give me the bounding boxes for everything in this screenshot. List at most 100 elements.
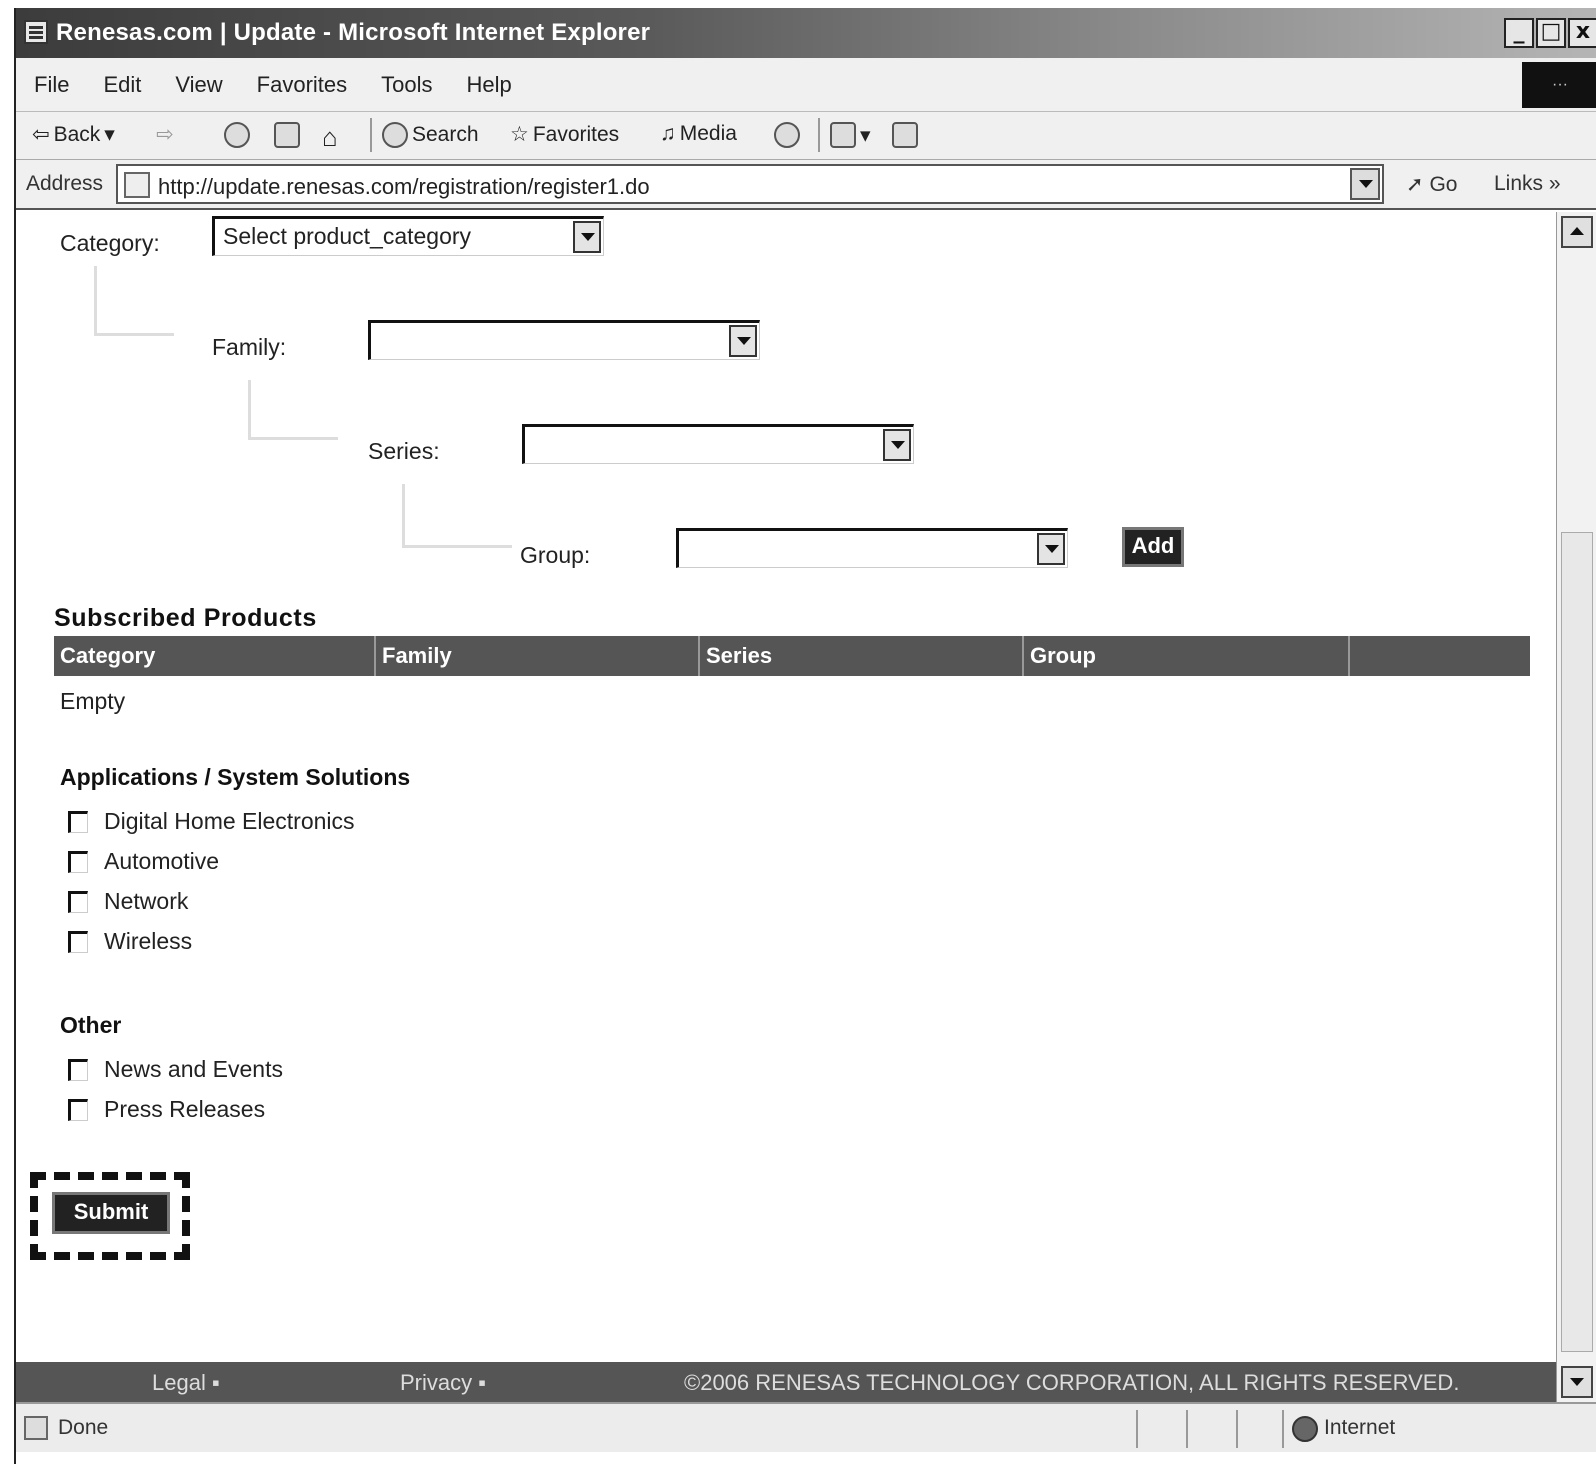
series-select[interactable] (522, 424, 914, 464)
series-label: Series: (368, 438, 440, 464)
mail-icon (830, 122, 856, 148)
tree-connector (402, 484, 512, 548)
stop-button[interactable] (224, 122, 250, 148)
checkbox-label: Digital Home Electronics (104, 808, 355, 834)
checkbox[interactable] (68, 810, 88, 833)
address-bar: Address http://update.renesas.com/regist… (16, 160, 1596, 210)
mail-button[interactable]: ▾ (830, 122, 871, 148)
address-url[interactable]: http://update.renesas.com/registration/r… (158, 174, 650, 200)
go-arrow-icon: ➚ (1406, 173, 1424, 196)
address-input[interactable]: http://update.renesas.com/registration/r… (116, 164, 1384, 204)
search-icon (382, 122, 408, 148)
search-button[interactable]: Search (382, 122, 479, 148)
refresh-icon (274, 122, 300, 148)
window-title: Renesas.com | Update - Microsoft Interne… (56, 19, 651, 46)
checkbox[interactable] (68, 850, 88, 873)
minimize-button[interactable]: _ (1504, 18, 1534, 48)
vertical-scrollbar[interactable] (1556, 212, 1596, 1402)
category-select[interactable]: Select product_category (212, 216, 604, 256)
favorites-star-icon: ☆ (510, 123, 529, 146)
add-button[interactable]: Add (1122, 527, 1184, 567)
chevron-down-icon[interactable] (729, 325, 757, 357)
home-icon: ⌂ (322, 122, 338, 152)
menu-tools[interactable]: Tools (381, 72, 432, 98)
back-button[interactable]: ⇦ Back ▾ (32, 122, 115, 147)
checkbox-digital-home-electronics[interactable]: Digital Home Electronics (68, 808, 355, 835)
refresh-button[interactable] (274, 122, 300, 148)
menu-favorites[interactable]: Favorites (257, 72, 347, 98)
checkbox[interactable] (68, 890, 88, 913)
checkbox-label: Network (104, 888, 189, 914)
print-button[interactable] (892, 122, 918, 148)
internet-globe-icon (1292, 1416, 1318, 1442)
column-header-series: Series (700, 636, 1024, 676)
tree-connector (248, 380, 338, 440)
legal-link[interactable]: Legal ▪ (152, 1370, 220, 1396)
checkbox[interactable] (68, 1098, 88, 1121)
checkbox-press-releases[interactable]: Press Releases (68, 1096, 265, 1123)
checkbox[interactable] (68, 1058, 88, 1081)
toolbar-separator (818, 118, 820, 152)
standard-toolbar: ⇦ Back ▾ ⇨ ⌂ Search ☆ Favorites ♫ Media … (16, 112, 1596, 160)
chevron-down-icon[interactable] (1037, 533, 1065, 565)
printer-icon (892, 122, 918, 148)
other-title: Other (60, 1012, 122, 1038)
history-button[interactable] (774, 122, 800, 148)
checkbox-network[interactable]: Network (68, 888, 188, 915)
search-label: Search (412, 123, 479, 146)
submit-button[interactable]: Submit (52, 1192, 170, 1234)
chevron-down-icon: ▾ (104, 123, 115, 146)
menu-help[interactable]: Help (467, 72, 512, 98)
subscribed-products-title: Subscribed Products (54, 604, 317, 632)
family-label: Family: (212, 334, 287, 360)
favorites-label: Favorites (532, 122, 620, 146)
menu-file[interactable]: File (34, 72, 69, 98)
checkbox-label: News and Events (104, 1056, 283, 1082)
media-label: Media (679, 122, 737, 145)
go-label: Go (1429, 173, 1458, 196)
subscribed-products-header: Category Family Series Group (54, 636, 1530, 676)
back-label: Back (53, 122, 101, 146)
browser-window: Renesas.com | Update - Microsoft Interne… (14, 8, 1596, 1464)
go-button[interactable]: ➚ Go (1406, 172, 1457, 197)
scroll-down-button[interactable] (1561, 1366, 1593, 1398)
checkbox[interactable] (68, 930, 88, 953)
menu-view[interactable]: View (175, 72, 222, 98)
address-label: Address (26, 172, 104, 195)
page-footer: Legal ▪ Privacy ▪ ©2006 RENESAS TECHNOLO… (16, 1362, 1556, 1402)
status-text: Done (58, 1416, 109, 1439)
status-pane-divider (1136, 1410, 1138, 1448)
home-button[interactable]: ⌂ (322, 122, 338, 153)
privacy-link[interactable]: Privacy ▪ (400, 1370, 486, 1396)
ie-page-icon (24, 20, 48, 44)
security-zone-text: Internet (1324, 1416, 1396, 1439)
media-button[interactable]: ♫ Media (660, 122, 737, 146)
forward-button[interactable]: ⇨ (156, 122, 174, 147)
column-header-family: Family (376, 636, 700, 676)
chevron-down-icon[interactable] (883, 429, 911, 461)
scroll-up-button[interactable] (1561, 216, 1593, 248)
back-arrow-icon: ⇦ (32, 123, 50, 146)
checkbox-wireless[interactable]: Wireless (68, 928, 192, 955)
subscribed-empty-text: Empty (60, 688, 126, 714)
column-header-category: Category (54, 636, 376, 676)
maximize-button[interactable]: □ (1536, 18, 1566, 48)
forward-arrow-icon: ⇨ (156, 123, 174, 146)
favorites-button[interactable]: ☆ Favorites (510, 122, 619, 147)
menu-edit[interactable]: Edit (103, 72, 141, 98)
media-icon: ♫ (660, 122, 676, 145)
page-icon (124, 172, 150, 198)
group-select[interactable] (676, 528, 1068, 568)
title-bar: Renesas.com | Update - Microsoft Interne… (16, 8, 1596, 58)
toolbar-separator (370, 118, 372, 152)
address-dropdown-button[interactable] (1350, 168, 1380, 200)
close-button[interactable]: x (1568, 18, 1596, 48)
links-button[interactable]: Links » (1494, 172, 1561, 196)
windows-logo-icon: ··· (1522, 62, 1596, 108)
checkbox-news-and-events[interactable]: News and Events (68, 1056, 283, 1083)
checkbox-automotive[interactable]: Automotive (68, 848, 219, 875)
chevron-down-icon[interactable] (573, 221, 601, 253)
status-pane-divider (1282, 1410, 1284, 1448)
family-select[interactable] (368, 320, 760, 360)
scroll-thumb[interactable] (1561, 532, 1593, 1352)
